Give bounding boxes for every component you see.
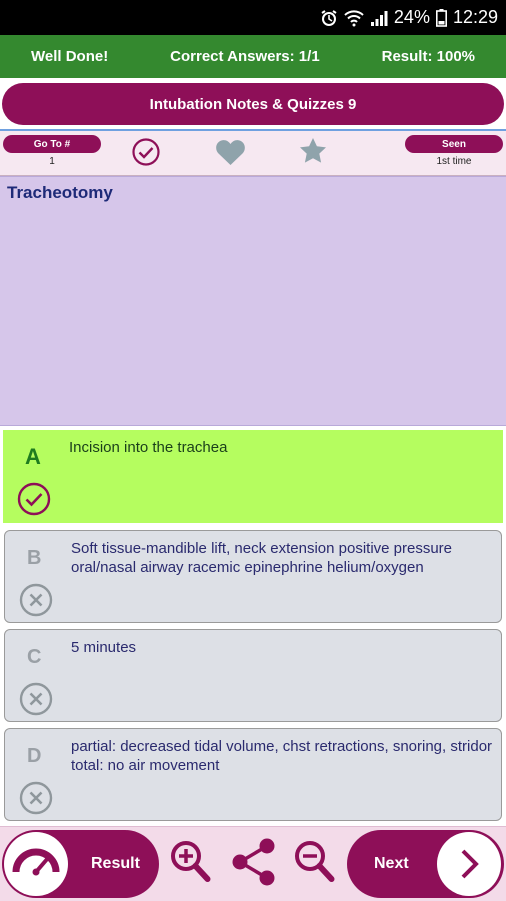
result-bar: Well Done! Correct Answers: 1/1 Result: …	[0, 35, 506, 78]
answer-option-b[interactable]: B Soft tissue-mandible lift, neck extens…	[4, 530, 502, 623]
answer-letter: B	[27, 547, 42, 569]
result-percent-text: Result: 100%	[381, 48, 475, 65]
heart-icon[interactable]	[215, 138, 246, 171]
answer-text: Incision into the trachea	[69, 439, 228, 456]
goto-label: Go To #	[33, 138, 71, 150]
answer-letter: D	[27, 745, 42, 767]
bottom-bar: Result Next	[0, 826, 506, 901]
zoom-in-icon[interactable]	[168, 838, 214, 891]
goto-button[interactable]: Go To #	[3, 135, 101, 153]
well-done-text: Well Done!	[30, 48, 109, 65]
goto-value: 1	[49, 156, 55, 167]
seen-badge: Seen	[405, 135, 503, 153]
answer-option-d[interactable]: D partial: decreased tidal volume, chst …	[4, 728, 502, 821]
chevron-right-icon	[437, 832, 501, 896]
battery-percent: 24%	[393, 7, 430, 27]
answer-letter: A	[25, 444, 41, 469]
signal-icon	[370, 9, 388, 27]
question-text: Tracheotomy	[7, 183, 113, 202]
answer-option-c[interactable]: C 5 minutes	[4, 629, 502, 722]
next-button[interactable]: Next	[347, 830, 504, 898]
question-toolbar: Go To # 1 Seen 1st time	[0, 131, 506, 176]
zoom-out-icon[interactable]	[292, 838, 338, 891]
next-label: Next	[374, 855, 409, 872]
question-panel: Tracheotomy	[0, 176, 506, 426]
answer-text: Soft tissue-mandible lift, neck extensio…	[71, 540, 453, 576]
answer-text: 5 minutes	[71, 639, 137, 656]
seen-value: 1st time	[436, 156, 472, 167]
gauge-icon	[4, 832, 68, 896]
answer-text: partial: decreased tidal volume, chst re…	[71, 738, 493, 774]
alarm-icon	[320, 9, 338, 27]
result-label: Result	[91, 855, 140, 872]
seen-label: Seen	[442, 138, 466, 150]
battery-icon	[435, 8, 447, 27]
status-bar: 24% 12:29	[0, 0, 506, 35]
x-circle-icon	[19, 583, 53, 617]
answer-option-a[interactable]: A Incision into the trachea	[3, 430, 503, 523]
wifi-icon	[344, 9, 364, 27]
result-button[interactable]: Result	[2, 830, 159, 898]
share-icon[interactable]	[230, 837, 278, 892]
x-circle-icon	[19, 781, 53, 815]
star-icon[interactable]	[298, 136, 328, 171]
checkmark-circle-icon	[17, 482, 51, 516]
quiz-title: Intubation Notes & Quizzes 9	[149, 95, 357, 113]
clock: 12:29	[452, 7, 498, 27]
quiz-title-bar: Intubation Notes & Quizzes 9	[2, 83, 504, 125]
correct-answers-text: Correct Answers: 1/1	[170, 48, 320, 65]
checkmark-circle-icon[interactable]	[131, 137, 161, 172]
x-circle-icon	[19, 682, 53, 716]
answer-letter: C	[27, 646, 42, 668]
